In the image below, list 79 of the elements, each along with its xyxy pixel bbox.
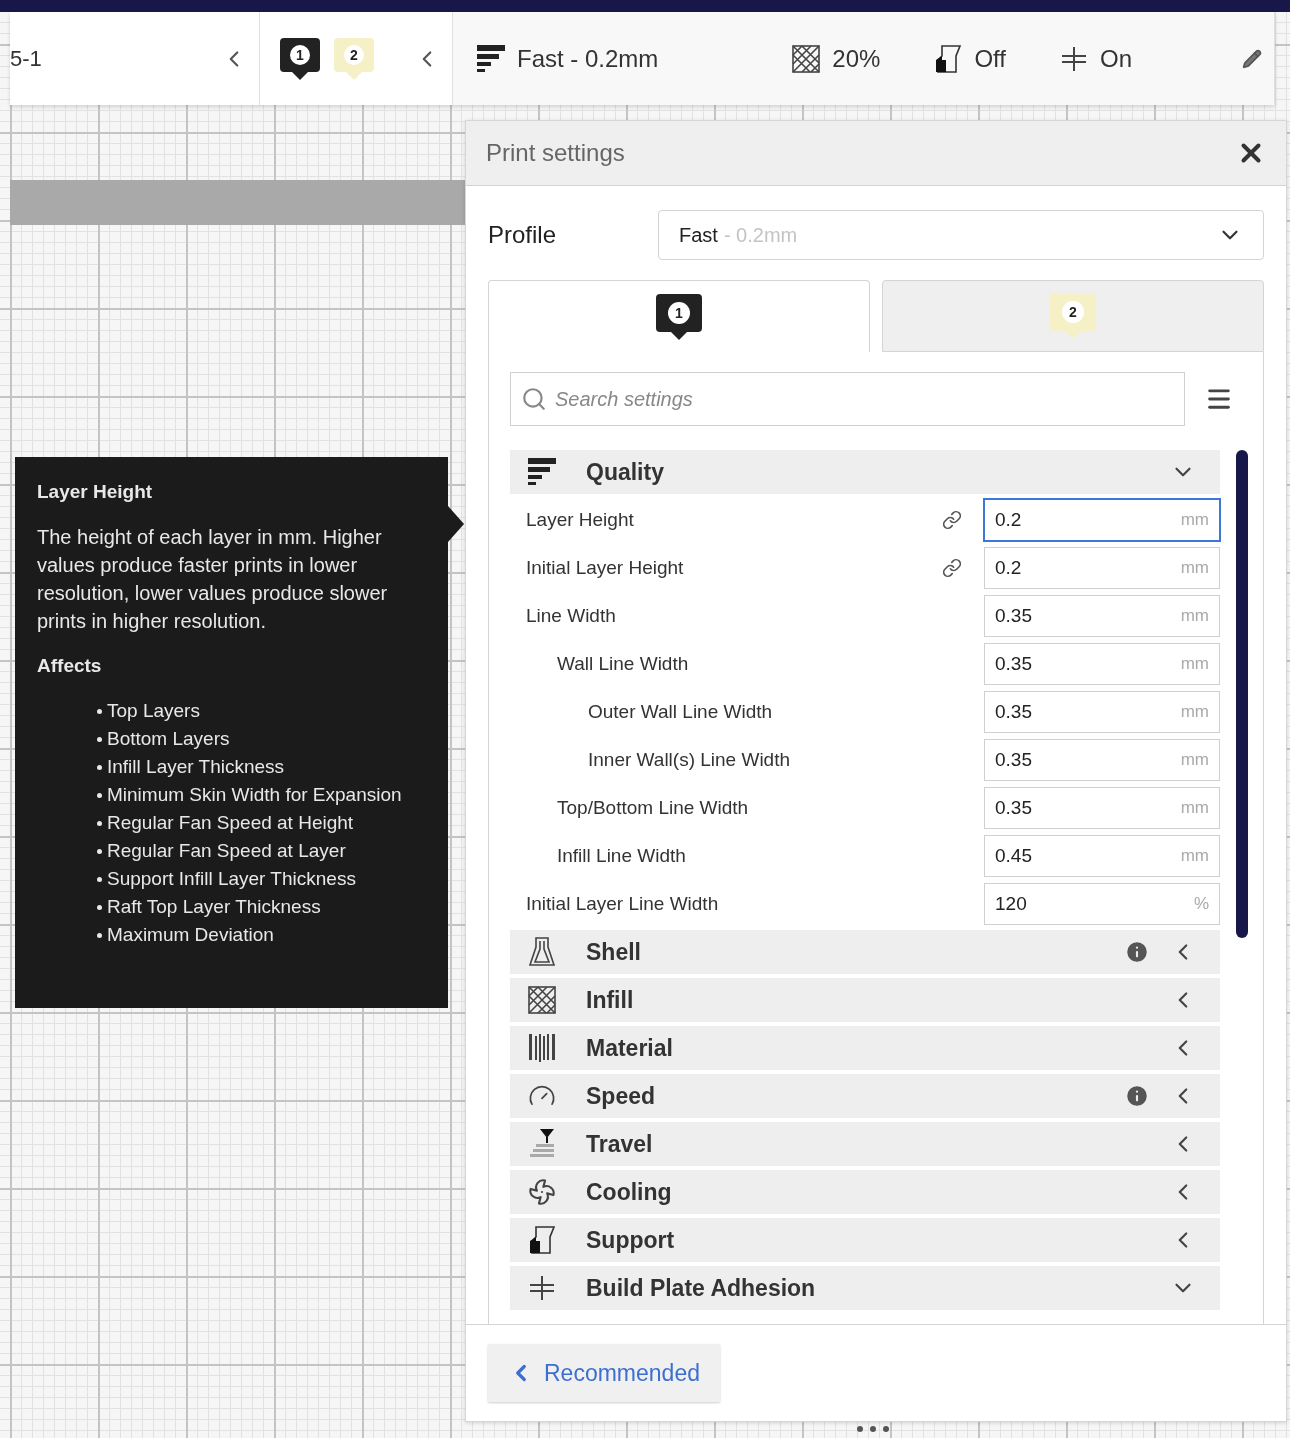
summary-value: On bbox=[1100, 44, 1132, 73]
flask-icon bbox=[528, 937, 556, 967]
setting-label: Initial Layer Height bbox=[526, 557, 685, 579]
setting-label: Inner Wall(s) Line Width bbox=[588, 749, 792, 771]
profile-dropdown[interactable]: Fast - 0.2mm bbox=[658, 210, 1264, 260]
affected-setting: Bottom Layers bbox=[107, 727, 230, 751]
category-header[interactable]: Infill bbox=[510, 978, 1220, 1022]
value-field[interactable]: 0.35 mm bbox=[984, 643, 1220, 685]
value-field[interactable]: 120 % bbox=[984, 883, 1220, 925]
category-header[interactable]: Material bbox=[510, 1026, 1220, 1070]
value-field[interactable]: 0.2 mm bbox=[984, 499, 1220, 541]
category-header[interactable]: Quality bbox=[510, 450, 1220, 494]
search-field[interactable]: Search settings bbox=[510, 372, 1185, 426]
resize-handle-icon[interactable] bbox=[856, 1425, 890, 1433]
extruder-tab[interactable]: 1 bbox=[488, 280, 870, 352]
plus-lines-icon bbox=[1060, 44, 1088, 73]
affected-setting: Infill Layer Thickness bbox=[107, 755, 285, 779]
affected-setting: Minimum Skin Width for Expansion bbox=[107, 783, 402, 807]
fan-icon bbox=[528, 1178, 556, 1206]
category-header[interactable]: Travel bbox=[510, 1122, 1220, 1166]
affected-setting: Raft Top Layer Thickness bbox=[107, 895, 321, 919]
bullet-icon bbox=[97, 709, 102, 714]
value-field[interactable]: 0.35 mm bbox=[984, 595, 1220, 637]
extruder-tab[interactable]: 2 bbox=[882, 280, 1264, 352]
layers-icon bbox=[528, 457, 556, 487]
category-header[interactable]: Speed bbox=[510, 1074, 1220, 1118]
bullet-icon bbox=[97, 877, 102, 882]
value-field[interactable]: 0.35 mm bbox=[984, 787, 1220, 829]
category-header[interactable]: Build Plate Adhesion bbox=[510, 1266, 1220, 1310]
affected-setting: Maximum Deviation bbox=[107, 923, 274, 947]
vertical-bars-icon bbox=[528, 1033, 556, 1063]
bullet-icon bbox=[97, 849, 102, 854]
value-field[interactable]: 0.2 mm bbox=[984, 547, 1220, 589]
value-field[interactable]: 0.35 mm bbox=[984, 691, 1220, 733]
tooltip-title: Layer Height bbox=[37, 481, 154, 503]
search-icon bbox=[521, 386, 547, 412]
panel-title: Print settings bbox=[486, 139, 625, 167]
affects-heading: Affects bbox=[37, 655, 103, 677]
plus-lines-icon bbox=[528, 1274, 556, 1302]
support-block-icon bbox=[528, 1225, 556, 1255]
crosshatch-square-icon bbox=[528, 986, 556, 1014]
layers-icon bbox=[477, 43, 505, 74]
tooltip-description: The height of each layer in mm. Higher values produce faster prints in lower resolution, lower values produce slower prints in higher resolution. bbox=[37, 525, 389, 634]
support-block-icon bbox=[934, 43, 963, 74]
bullet-icon bbox=[97, 821, 102, 826]
setting-label: Outer Wall Line Width bbox=[588, 701, 774, 723]
recommended-button[interactable]: Recommended bbox=[488, 1344, 720, 1402]
setting-label: Wall Line Width bbox=[557, 653, 690, 675]
info-icon bbox=[1124, 1083, 1150, 1109]
setting-label: Top/Bottom Line Width bbox=[557, 797, 750, 819]
pencil-icon[interactable] bbox=[1242, 48, 1262, 69]
summary-value: 20% bbox=[832, 44, 881, 73]
value-field[interactable]: 0.45 mm bbox=[984, 835, 1220, 877]
info-icon bbox=[1124, 939, 1150, 965]
category-header[interactable]: Shell bbox=[510, 930, 1220, 974]
affected-setting: Top Layers bbox=[107, 699, 200, 723]
category-header[interactable]: Cooling bbox=[510, 1170, 1220, 1214]
setting-label: Initial Layer Line Width bbox=[526, 893, 720, 915]
affected-setting: Support Infill Layer Thickness bbox=[107, 867, 356, 891]
setting-label: Infill Line Width bbox=[557, 845, 687, 867]
category-header[interactable]: Support bbox=[510, 1218, 1220, 1262]
value-field[interactable]: 0.35 mm bbox=[984, 739, 1220, 781]
bullet-icon bbox=[97, 737, 102, 742]
affected-setting: Regular Fan Speed at Height bbox=[107, 811, 354, 835]
bullet-icon bbox=[97, 793, 102, 798]
bullet-icon bbox=[97, 933, 102, 938]
search-input[interactable]: Search settings bbox=[553, 386, 1174, 412]
setting-label: Line Width bbox=[526, 605, 617, 627]
scrollbar[interactable] bbox=[1236, 450, 1248, 938]
setting-label: Layer Height bbox=[526, 509, 635, 531]
summary-value: Off bbox=[974, 44, 1006, 73]
profile-label: Profile bbox=[488, 221, 558, 249]
crosshatch-square-icon bbox=[792, 44, 821, 73]
affected-setting: Regular Fan Speed at Layer bbox=[107, 839, 346, 863]
nozzle-layers-icon bbox=[528, 1128, 556, 1160]
bullet-icon bbox=[97, 765, 102, 770]
summary-value: Fast - 0.2mm bbox=[517, 44, 659, 73]
bullet-icon bbox=[97, 905, 102, 910]
object-label: 5-1 bbox=[10, 45, 43, 72]
